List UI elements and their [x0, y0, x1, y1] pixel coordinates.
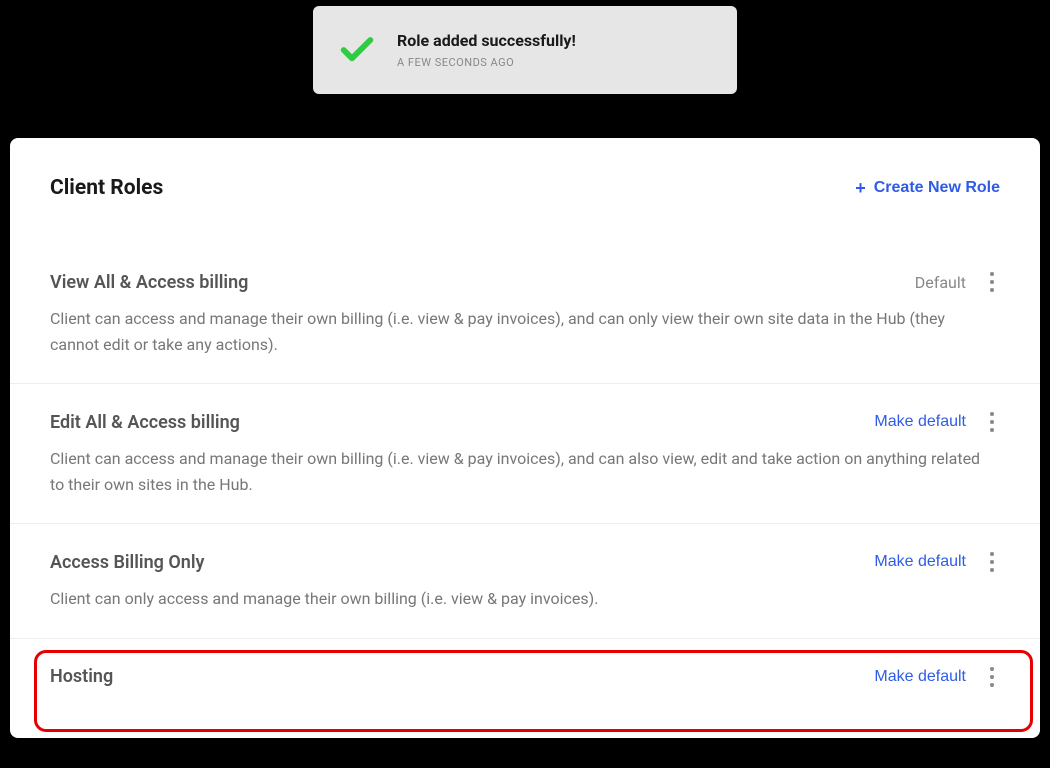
create-new-role-label: Create New Role [874, 179, 1000, 197]
role-header: Access Billing Only Make default [50, 550, 1000, 574]
role-name: Access Billing Only [50, 552, 204, 573]
role-header: Edit All & Access billing Make default [50, 410, 1000, 434]
role-actions: Make default [874, 550, 1000, 574]
role-description: Client can access and manage their own b… [50, 446, 990, 497]
role-item: Hosting Make default [10, 639, 1040, 715]
role-header: Hosting Make default [50, 665, 1000, 689]
role-actions: Make default [874, 410, 1000, 434]
role-item: Access Billing Only Make default Client … [10, 524, 1040, 639]
role-description: Client can only access and manage their … [50, 586, 990, 612]
make-default-button[interactable]: Make default [874, 413, 966, 431]
panel-header: Client Roles + Create New Role [10, 138, 1040, 230]
role-name: Hosting [50, 666, 113, 687]
role-item: Edit All & Access billing Make default C… [10, 384, 1040, 524]
create-new-role-button[interactable]: + Create New Role [855, 179, 1000, 197]
role-actions: Make default [874, 665, 1000, 689]
roles-list: View All & Access billing Default Client… [10, 230, 1040, 715]
page-title: Client Roles [50, 176, 163, 200]
role-name: View All & Access billing [50, 272, 248, 293]
toast-content: Role added successfully! A FEW SECONDS A… [397, 31, 576, 69]
make-default-button[interactable]: Make default [874, 553, 966, 571]
toast-notification: Role added successfully! A FEW SECONDS A… [313, 6, 737, 94]
plus-icon: + [855, 179, 866, 197]
check-icon [337, 30, 377, 70]
default-label: Default [915, 273, 966, 292]
role-actions: Default [915, 270, 1000, 294]
toast-time: A FEW SECONDS AGO [397, 56, 576, 69]
role-description: Client can access and manage their own b… [50, 306, 990, 357]
more-icon[interactable] [984, 550, 1000, 574]
role-header: View All & Access billing Default [50, 270, 1000, 294]
role-name: Edit All & Access billing [50, 412, 240, 433]
role-item: View All & Access billing Default Client… [10, 230, 1040, 384]
make-default-button[interactable]: Make default [874, 668, 966, 686]
client-roles-panel: Client Roles + Create New Role View All … [10, 138, 1040, 738]
more-icon[interactable] [984, 665, 1000, 689]
more-icon[interactable] [984, 410, 1000, 434]
more-icon[interactable] [984, 270, 1000, 294]
toast-title: Role added successfully! [397, 31, 576, 50]
